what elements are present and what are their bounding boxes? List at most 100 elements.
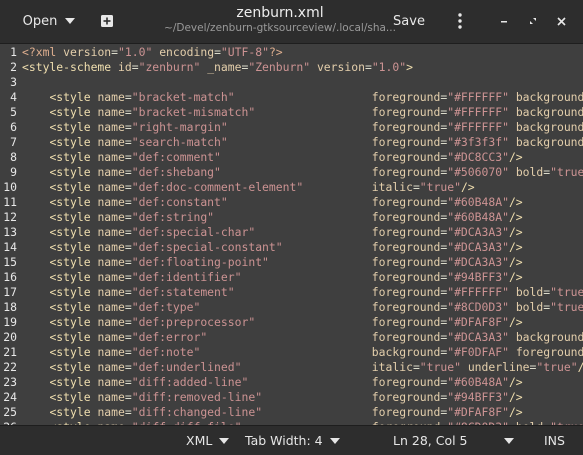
- save-button[interactable]: Save: [386, 7, 432, 35]
- status-bar: XML Tab Width: 4 Ln 28, Col 5 INS: [0, 425, 583, 455]
- code-token: "#DCA3A3": [447, 225, 509, 239]
- code-token: <style: [49, 105, 98, 119]
- line-number: 8: [10, 150, 17, 164]
- code-token: />: [508, 150, 523, 164]
- line-number: 25: [3, 405, 17, 419]
- code-token: ?>: [268, 45, 283, 59]
- code-token: "#506070": [447, 165, 509, 179]
- code-token: =: [124, 405, 132, 419]
- code-text: <style name="def:special-char" foregroun…: [22, 225, 522, 240]
- code-token: "def:floating-point": [131, 255, 372, 269]
- code-token: name: [97, 285, 125, 299]
- tab-width-selector[interactable]: Tab Width: 4: [245, 426, 340, 455]
- code-token: "true": [419, 180, 461, 194]
- line-number: 6: [10, 120, 17, 134]
- code-token: name: [97, 165, 125, 179]
- open-button[interactable]: Open: [14, 7, 84, 35]
- code-token: />: [578, 360, 583, 374]
- code-token: <style: [49, 255, 98, 269]
- code-token: "#DFAF8F": [447, 315, 509, 329]
- code-text: <style name="def:comment" foreground="#D…: [22, 150, 523, 165]
- code-token: =: [111, 45, 119, 59]
- code-token: />: [508, 195, 523, 209]
- language-selector[interactable]: XML: [186, 426, 230, 455]
- code-text: <style name="def:special-constant" foreg…: [22, 240, 522, 255]
- position-menu-button[interactable]: [504, 426, 514, 455]
- code-token: =: [124, 150, 132, 164]
- code-token: =: [412, 180, 420, 194]
- code-token: =: [124, 120, 132, 134]
- code-text: <style name="diff:added-line" foreground…: [22, 375, 522, 390]
- code-token: "def:note": [131, 345, 372, 359]
- code-token: foreground: [371, 90, 441, 104]
- cursor-position[interactable]: Ln 28, Col 5: [393, 426, 468, 455]
- code-token: foreground: [371, 210, 441, 224]
- code-token: "#DCA3A3": [447, 330, 509, 344]
- line-number: 22: [3, 360, 17, 374]
- code-token: <style: [49, 225, 98, 239]
- code-token: underline: [467, 360, 530, 374]
- code-token: =: [124, 390, 132, 404]
- code-token: "Zenburn": [248, 60, 311, 74]
- code-editor[interactable]: 1 <?xml version="1.0" encoding="UTF-8"?> 2…: [0, 44, 583, 425]
- code-token: "true": [550, 285, 583, 299]
- code-token: name: [97, 210, 125, 224]
- code-text: <style name="bracket-mismatch" foregroun…: [22, 105, 583, 120]
- code-token: name: [97, 150, 125, 164]
- code-token: "#DCA3A3": [447, 240, 509, 254]
- maximize-button[interactable]: [522, 7, 544, 35]
- code-token: foreground: [371, 165, 441, 179]
- title-area: zenburn.xml ~/Devel/zenburn-gtksourcevie…: [130, 5, 430, 35]
- code-token: <style: [49, 150, 98, 164]
- code-token: =: [412, 360, 420, 374]
- code-token: foreground: [371, 405, 441, 419]
- code-token: =: [124, 270, 132, 284]
- code-token: "bracket-mismatch": [131, 105, 372, 119]
- minimize-icon: [501, 21, 507, 23]
- code-token: "def:special-char": [131, 225, 372, 239]
- code-token: "def:error": [131, 330, 372, 344]
- code-text: <style name="bracket-match" foreground="…: [22, 90, 583, 105]
- code-token: foreground: [371, 195, 441, 209]
- code-token: "#DC8CC3": [447, 150, 509, 164]
- close-button[interactable]: [549, 7, 573, 35]
- code-token: name: [97, 135, 125, 149]
- code-token: =: [124, 240, 132, 254]
- new-document-button[interactable]: [92, 7, 122, 35]
- code-token: <style: [49, 210, 98, 224]
- code-token: "def:constant": [131, 195, 372, 209]
- close-icon: [556, 16, 566, 26]
- line-number: 10: [3, 180, 17, 194]
- code-token: foreground: [371, 135, 441, 149]
- code-token: "#FFFFFF": [447, 120, 509, 134]
- code-text: <?xml version="1.0" encoding="UTF-8"?>: [22, 45, 283, 60]
- code-token: =: [131, 60, 139, 74]
- code-token: "true": [536, 360, 578, 374]
- code-token: foreground: [371, 225, 441, 239]
- code-token: "true": [419, 360, 461, 374]
- menu-button[interactable]: [448, 7, 472, 35]
- window-title: zenburn.xml: [236, 5, 324, 21]
- line-number: 14: [3, 240, 17, 254]
- code-token: foreground: [371, 390, 441, 404]
- code-token: _name: [207, 60, 242, 74]
- line-number: 23: [3, 375, 17, 389]
- insert-mode-indicator[interactable]: INS: [544, 426, 565, 455]
- code-token: "true": [550, 165, 583, 179]
- code-token: <style: [49, 375, 98, 389]
- code-token: />: [508, 210, 523, 224]
- code-token: name: [97, 360, 125, 374]
- line-number: 7: [10, 135, 17, 149]
- code-token: foreground: [515, 345, 583, 359]
- code-token: />: [508, 255, 523, 269]
- minimize-button[interactable]: [493, 7, 515, 35]
- code-text: <style name="diff:changed-line" foregrou…: [22, 405, 522, 420]
- code-token: "def:shebang": [131, 165, 372, 179]
